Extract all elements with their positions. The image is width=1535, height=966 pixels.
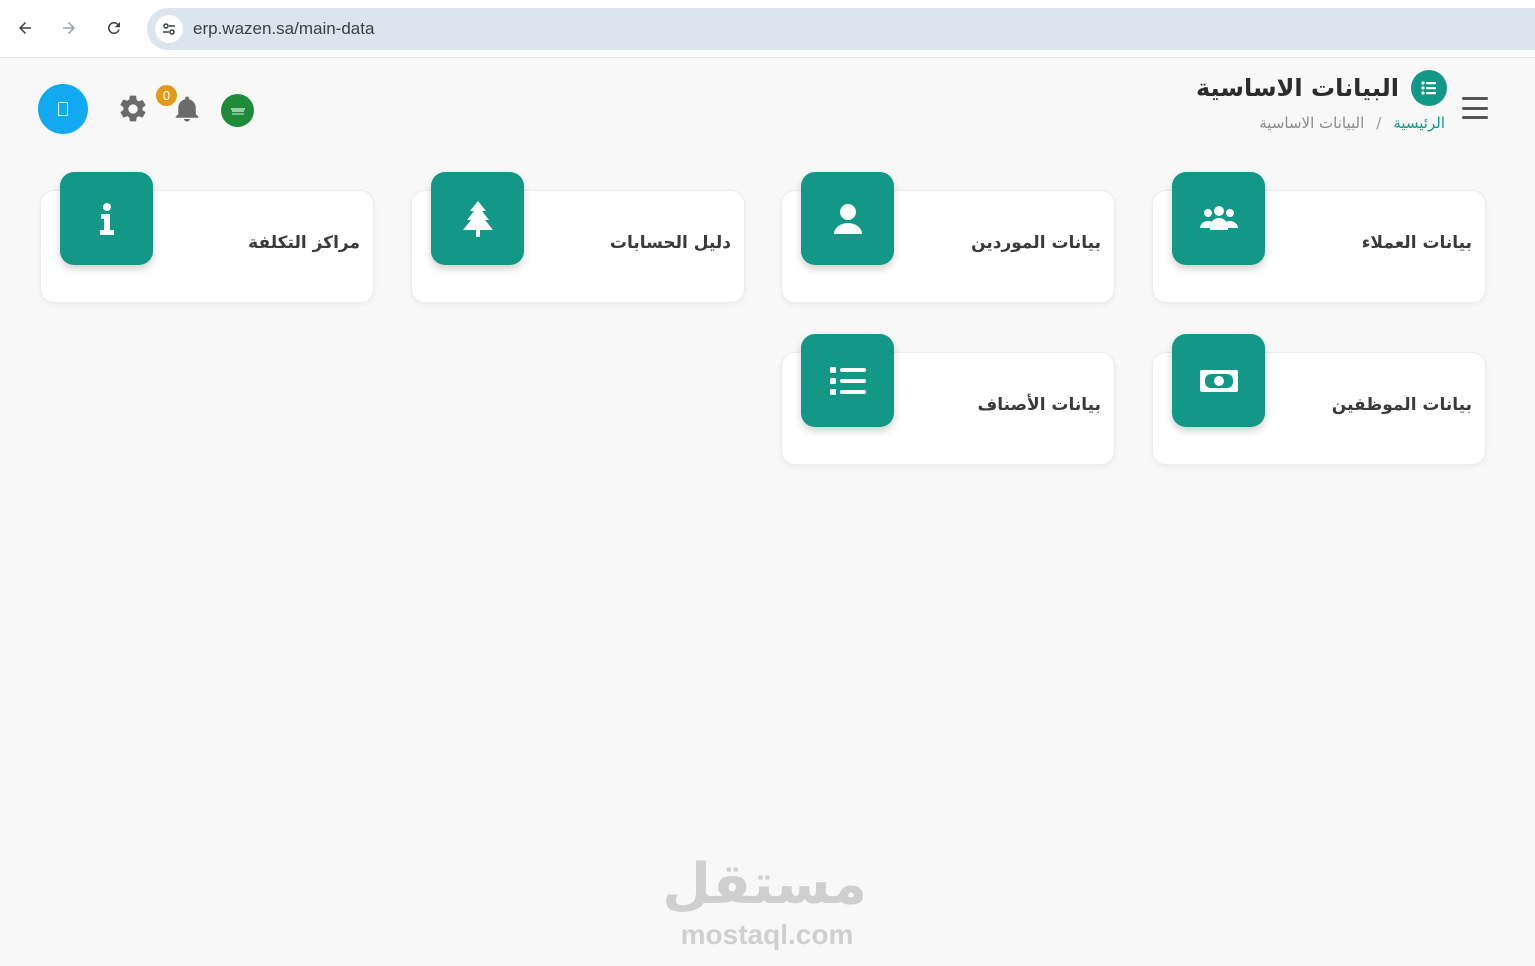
- card-label: مراكز التكلفة: [248, 233, 360, 253]
- users-icon: [1199, 205, 1238, 230]
- back-button[interactable]: [11, 14, 39, 42]
- arrow-left-icon: [19, 22, 31, 34]
- notification-badge: 0: [156, 85, 177, 106]
- url-text[interactable]: erp.wazen.sa/main-data: [193, 19, 374, 39]
- card-icon-tile: [801, 172, 894, 265]
- user-icon: [833, 203, 862, 234]
- watermark: مستقل mostaql.com: [662, 850, 867, 950]
- money-bill-icon: [1199, 369, 1238, 392]
- employees-card[interactable]: بيانات الموظفين: [1152, 334, 1486, 465]
- list-icon: [829, 366, 866, 395]
- address-bar[interactable]: erp.wazen.sa/main-data: [147, 8, 1535, 50]
- page-title: البيانات الاساسية: [1195, 74, 1399, 102]
- hamburger-line: [1462, 106, 1488, 110]
- watermark-arabic: مستقل: [662, 852, 867, 917]
- breadcrumb-current: البيانات الاساسية: [1259, 114, 1365, 132]
- hamburger-icon: [1462, 97, 1488, 100]
- suppliers-card[interactable]: بيانات الموردين: [781, 172, 1115, 303]
- site-info-button[interactable]: [155, 15, 183, 43]
- forward-button[interactable]: [55, 14, 83, 42]
- browser-toolbar: erp.wazen.sa/main-data: [0, 0, 1535, 58]
- watermark-latin: mostaql.com: [680, 919, 854, 950]
- saudi-flag-icon: [230, 107, 245, 114]
- info-icon: [99, 202, 114, 235]
- breadcrumb-home-link[interactable]: الرئيسية: [1393, 114, 1445, 132]
- tree-icon: [462, 200, 493, 237]
- tune-icon: [163, 23, 175, 35]
- user-avatar-icon: [58, 102, 68, 116]
- card-icon-tile: [1172, 172, 1265, 265]
- cost-centers-card[interactable]: مراكز التكلفة: [40, 172, 374, 303]
- card-label: بيانات العملاء: [1361, 233, 1472, 253]
- card-icon-tile: [1172, 334, 1265, 427]
- card-icon-tile: [431, 172, 524, 265]
- card-icon-tile: [60, 172, 153, 265]
- language-switcher[interactable]: [221, 94, 254, 127]
- card-label: دليل الحسابات: [609, 233, 731, 253]
- reload-button[interactable]: [100, 14, 128, 42]
- arrow-right-icon: [63, 22, 75, 34]
- menu-toggle-button[interactable]: [1462, 97, 1488, 119]
- gear-icon[interactable]: [117, 93, 149, 125]
- breadcrumb-separator: /: [1376, 114, 1382, 132]
- customers-card[interactable]: بيانات العملاء: [1152, 172, 1486, 303]
- page-header: البيانات الاساسية: [1196, 70, 1447, 106]
- user-avatar-button[interactable]: [38, 84, 88, 134]
- card-label: بيانات الأصناف: [977, 395, 1101, 415]
- hamburger-line: [1462, 116, 1488, 119]
- items-card[interactable]: بيانات الأصناف: [781, 334, 1115, 465]
- list-icon: [1411, 70, 1447, 106]
- card-label: بيانات الموردين: [971, 233, 1101, 253]
- chart-of-accounts-card[interactable]: دليل الحسابات: [411, 172, 745, 303]
- card-icon-tile: [801, 334, 894, 427]
- reload-icon: [108, 22, 120, 34]
- card-label: بيانات الموظفين: [1331, 395, 1472, 415]
- breadcrumb: الرئيسية / البيانات الاساسية: [1259, 114, 1445, 132]
